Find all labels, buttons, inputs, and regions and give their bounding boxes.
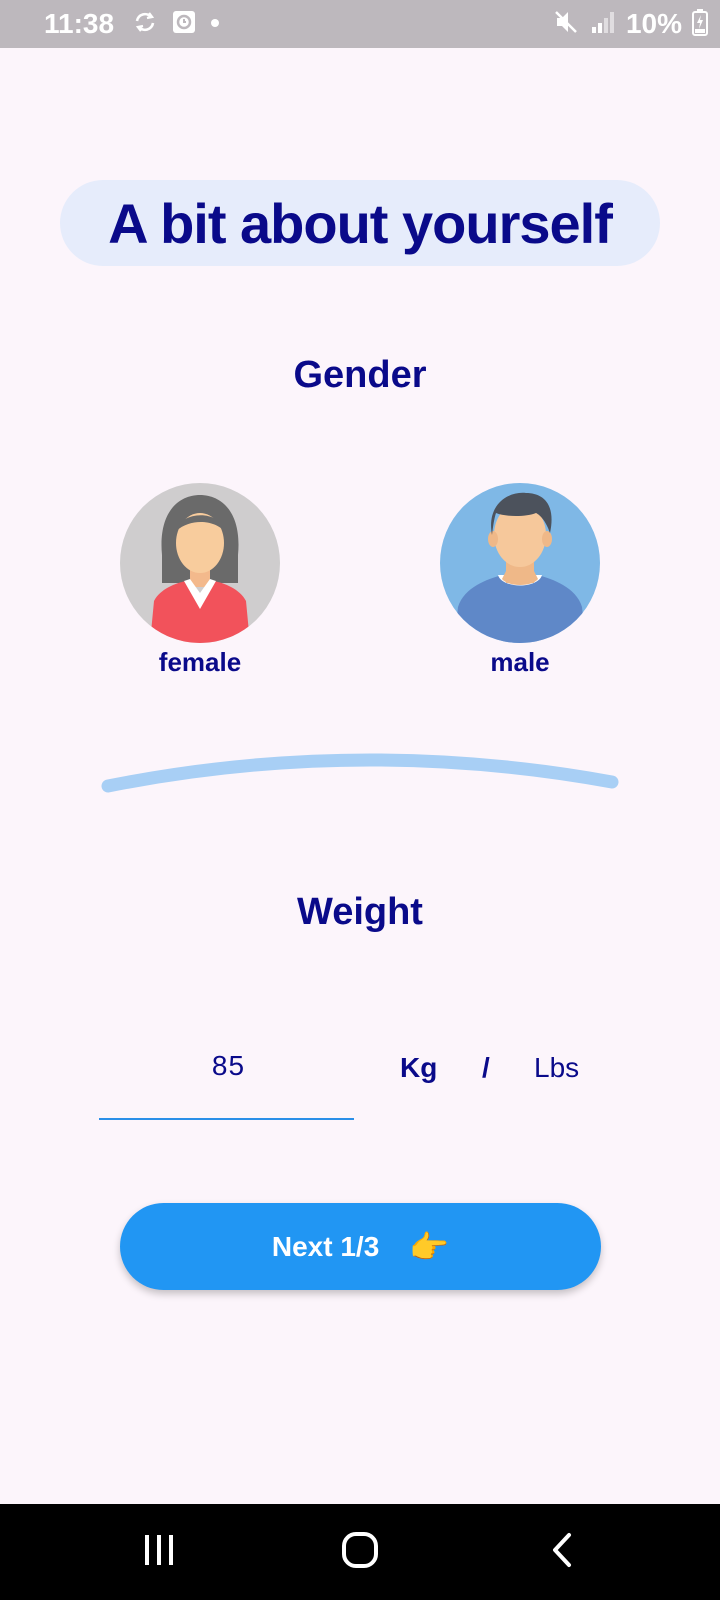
recents-icon <box>142 1533 176 1572</box>
home-icon <box>341 1531 379 1574</box>
dot-icon <box>210 15 220 33</box>
pointing-hand-icon: 👉 <box>409 1228 450 1265</box>
status-icons-right: 10% <box>554 8 708 40</box>
gender-label-female: female <box>158 647 242 677</box>
female-avatar-icon[interactable] <box>120 483 280 643</box>
signal-icon <box>590 9 616 40</box>
next-button-label: Next 1/3 <box>271 1230 380 1262</box>
back-button[interactable] <box>502 1504 622 1600</box>
home-button[interactable] <box>300 1504 420 1600</box>
gender-option-male[interactable]: male <box>430 483 610 693</box>
status-icons-left <box>132 10 220 38</box>
unit-kg-option[interactable]: Kg <box>400 1052 437 1084</box>
gender-heading: Gender <box>293 354 427 396</box>
weight-input-container[interactable] <box>99 1030 358 1120</box>
divider-arc <box>101 753 619 793</box>
title-banner: A bit about yourself <box>60 180 660 266</box>
recents-button[interactable] <box>99 1504 219 1600</box>
gender-option-female[interactable]: female <box>110 483 290 693</box>
sync-icon <box>132 9 158 40</box>
weight-heading: Weight <box>297 891 423 933</box>
page-title: A bit about yourself <box>108 191 613 255</box>
status-bar: 11:38 10% <box>0 0 720 48</box>
next-button[interactable]: Next 1/3 👉 <box>120 1203 601 1290</box>
navigation-bar <box>0 1504 720 1600</box>
weight-input[interactable] <box>99 1030 358 1102</box>
mute-icon <box>554 8 580 41</box>
clock-app-icon <box>172 10 196 39</box>
male-avatar-icon[interactable] <box>440 483 600 643</box>
battery-charging-icon <box>692 8 708 41</box>
status-time: 11:38 <box>44 8 115 39</box>
unit-separator: / <box>482 1052 490 1083</box>
battery-percentage: 10% <box>625 8 682 39</box>
unit-lbs-option[interactable]: Lbs <box>534 1052 579 1084</box>
gender-label-male: male <box>490 647 550 677</box>
back-icon <box>547 1532 577 1573</box>
